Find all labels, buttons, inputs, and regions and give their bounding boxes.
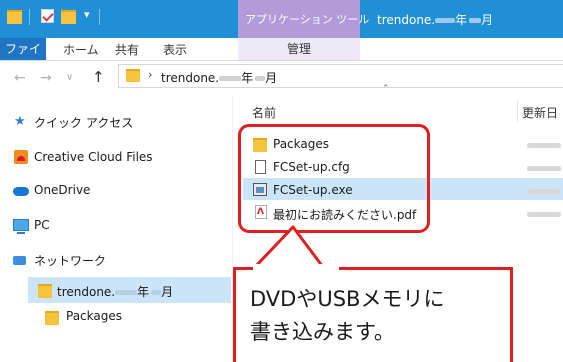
properties-check-icon[interactable] [41,9,54,23]
sidebar-item-packages[interactable]: Packages [66,309,122,323]
redacted-text [469,18,482,23]
callout-pointer-join [253,264,339,272]
network-icon [13,256,26,265]
window-title-year: 年 [455,13,468,27]
folder-icon [38,284,52,298]
column-divider[interactable] [517,100,518,122]
tab-home[interactable]: ホーム [63,41,99,58]
computer-icon [13,219,29,231]
tab-share[interactable]: 共有 [115,41,139,58]
separator [29,9,30,25]
computer-stand [17,232,25,234]
back-arrow-icon[interactable]: ← [14,70,26,86]
new-folder-icon[interactable] [61,10,76,24]
sidebar-item-onedrive[interactable]: OneDrive [34,183,90,197]
quick-access-dropdown-icon[interactable]: ▾ [84,8,90,21]
callout-text: DVDやUSBメモリに 書き込みます。 [250,287,445,344]
redacted-text [115,290,138,295]
separator [99,9,100,25]
sidebar-item-quick-access[interactable]: クイック アクセス [34,114,133,131]
cloud-icon [13,187,29,196]
folder-icon [126,69,140,82]
highlight-rectangle [238,124,430,233]
window-title: trendone. 年月 [377,11,493,28]
up-arrow-icon[interactable]: ↑ [92,68,105,86]
star-icon: ★ [14,114,26,129]
window-title-prefix: trendone. [377,13,436,27]
redacted-text [151,290,162,295]
folder-icon[interactable] [7,10,22,24]
tab-manage[interactable]: 管理 [238,38,360,60]
tab-view[interactable]: 表示 [163,41,187,58]
sidebar-item-network[interactable]: ネットワーク [34,252,106,269]
window-title-month: 月 [481,13,494,27]
folder-icon [45,311,59,325]
sidebar-folder-month: 月 [161,285,174,299]
address-path-year: 年 [241,71,254,85]
redacted-date [527,166,561,171]
address-path[interactable]: trendone. 年月 [161,69,277,86]
sort-ascending-icon: ⌃ [382,84,390,94]
tab-file[interactable]: ファイル [0,38,46,78]
redacted-text [255,76,266,81]
context-tab-group-label: アプリケーション ツール [245,13,370,26]
sidebar-item-pc[interactable]: PC [34,218,50,232]
redacted-date [527,189,561,194]
sidebar-item-trendone[interactable]: trendone. 年月 [57,283,173,300]
creative-cloud-mark [17,156,25,161]
address-path-prefix: trendone. [161,71,220,85]
forward-arrow-icon[interactable]: → [40,70,52,86]
creative-cloud-icon [14,150,28,164]
recent-locations-chevron-icon[interactable]: ∨ [66,72,73,83]
sidebar-folder-prefix: trendone. [57,285,116,299]
column-header-date[interactable]: 更新日 [522,104,563,121]
address-path-month: 月 [265,71,278,85]
redacted-text [435,18,456,23]
redacted-date [527,143,561,148]
sidebar-item-creative-cloud[interactable]: Creative Cloud Files [34,150,153,164]
column-header-name[interactable]: 名前 [252,104,276,121]
sidebar-folder-year: 年 [137,285,150,299]
redacted-text [219,76,242,81]
chevron-right-icon[interactable]: › [148,68,152,81]
redacted-date [527,212,561,217]
